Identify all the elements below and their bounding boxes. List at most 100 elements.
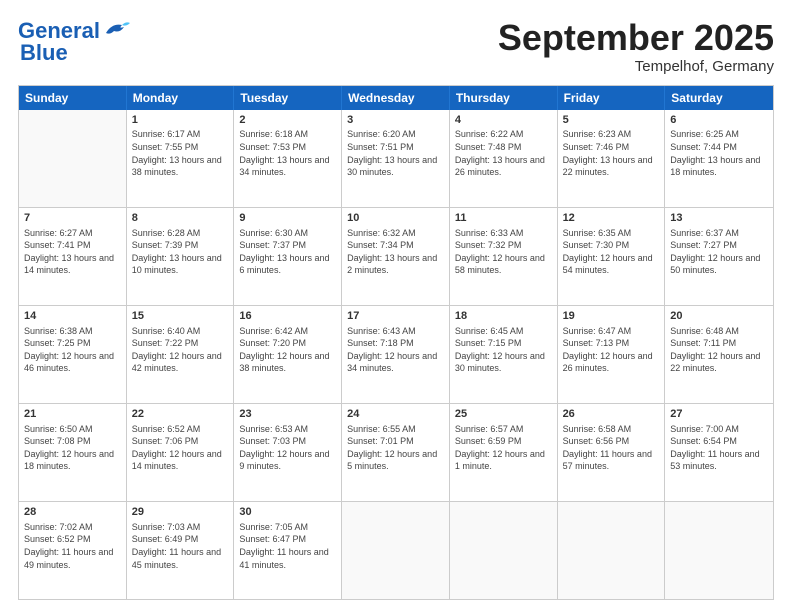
calendar-cell-2-1: 15Sunrise: 6:40 AM Sunset: 7:22 PM Dayli…: [127, 306, 235, 403]
cell-info: Sunrise: 6:30 AM Sunset: 7:37 PM Dayligh…: [239, 227, 336, 277]
day-number: 25: [455, 407, 552, 422]
calendar-cell-2-4: 18Sunrise: 6:45 AM Sunset: 7:15 PM Dayli…: [450, 306, 558, 403]
calendar-cell-4-5: [558, 502, 666, 599]
cell-info: Sunrise: 6:18 AM Sunset: 7:53 PM Dayligh…: [239, 128, 336, 178]
weekday-header-saturday: Saturday: [665, 86, 773, 110]
calendar-row-0: 1Sunrise: 6:17 AM Sunset: 7:55 PM Daylig…: [19, 110, 773, 207]
day-number: 3: [347, 113, 444, 128]
weekday-header-thursday: Thursday: [450, 86, 558, 110]
calendar-cell-0-6: 6Sunrise: 6:25 AM Sunset: 7:44 PM Daylig…: [665, 110, 773, 207]
calendar-cell-2-2: 16Sunrise: 6:42 AM Sunset: 7:20 PM Dayli…: [234, 306, 342, 403]
cell-info: Sunrise: 6:22 AM Sunset: 7:48 PM Dayligh…: [455, 128, 552, 178]
calendar-cell-3-4: 25Sunrise: 6:57 AM Sunset: 6:59 PM Dayli…: [450, 404, 558, 501]
calendar-cell-1-3: 10Sunrise: 6:32 AM Sunset: 7:34 PM Dayli…: [342, 208, 450, 305]
cell-info: Sunrise: 6:50 AM Sunset: 7:08 PM Dayligh…: [24, 423, 121, 473]
day-number: 29: [132, 505, 229, 520]
calendar-cell-3-0: 21Sunrise: 6:50 AM Sunset: 7:08 PM Dayli…: [19, 404, 127, 501]
calendar-cell-3-2: 23Sunrise: 6:53 AM Sunset: 7:03 PM Dayli…: [234, 404, 342, 501]
day-number: 19: [563, 309, 660, 324]
cell-info: Sunrise: 6:57 AM Sunset: 6:59 PM Dayligh…: [455, 423, 552, 473]
weekday-header-wednesday: Wednesday: [342, 86, 450, 110]
cell-info: Sunrise: 6:38 AM Sunset: 7:25 PM Dayligh…: [24, 325, 121, 375]
calendar-cell-4-2: 30Sunrise: 7:05 AM Sunset: 6:47 PM Dayli…: [234, 502, 342, 599]
cell-info: Sunrise: 6:47 AM Sunset: 7:13 PM Dayligh…: [563, 325, 660, 375]
day-number: 16: [239, 309, 336, 324]
day-number: 4: [455, 113, 552, 128]
calendar-cell-2-5: 19Sunrise: 6:47 AM Sunset: 7:13 PM Dayli…: [558, 306, 666, 403]
day-number: 7: [24, 211, 121, 226]
cell-info: Sunrise: 7:00 AM Sunset: 6:54 PM Dayligh…: [670, 423, 768, 473]
logo-bird-icon: [102, 19, 130, 39]
calendar-cell-4-0: 28Sunrise: 7:02 AM Sunset: 6:52 PM Dayli…: [19, 502, 127, 599]
cell-info: Sunrise: 6:23 AM Sunset: 7:46 PM Dayligh…: [563, 128, 660, 178]
calendar-cell-2-0: 14Sunrise: 6:38 AM Sunset: 7:25 PM Dayli…: [19, 306, 127, 403]
cell-info: Sunrise: 7:02 AM Sunset: 6:52 PM Dayligh…: [24, 521, 121, 571]
calendar-cell-0-2: 2Sunrise: 6:18 AM Sunset: 7:53 PM Daylig…: [234, 110, 342, 207]
day-number: 24: [347, 407, 444, 422]
calendar-cell-3-3: 24Sunrise: 6:55 AM Sunset: 7:01 PM Dayli…: [342, 404, 450, 501]
day-number: 1: [132, 113, 229, 128]
calendar-row-3: 21Sunrise: 6:50 AM Sunset: 7:08 PM Dayli…: [19, 403, 773, 501]
day-number: 14: [24, 309, 121, 324]
day-number: 5: [563, 113, 660, 128]
calendar-cell-3-6: 27Sunrise: 7:00 AM Sunset: 6:54 PM Dayli…: [665, 404, 773, 501]
title-block: September 2025 Tempelhof, Germany: [498, 18, 774, 75]
logo-blue-text: Blue: [20, 40, 68, 66]
day-number: 15: [132, 309, 229, 324]
cell-info: Sunrise: 6:17 AM Sunset: 7:55 PM Dayligh…: [132, 128, 229, 178]
weekday-header-friday: Friday: [558, 86, 666, 110]
weekday-header-sunday: Sunday: [19, 86, 127, 110]
cell-info: Sunrise: 7:03 AM Sunset: 6:49 PM Dayligh…: [132, 521, 229, 571]
calendar-cell-2-6: 20Sunrise: 6:48 AM Sunset: 7:11 PM Dayli…: [665, 306, 773, 403]
day-number: 9: [239, 211, 336, 226]
cell-info: Sunrise: 6:33 AM Sunset: 7:32 PM Dayligh…: [455, 227, 552, 277]
cell-info: Sunrise: 6:20 AM Sunset: 7:51 PM Dayligh…: [347, 128, 444, 178]
calendar-cell-1-5: 12Sunrise: 6:35 AM Sunset: 7:30 PM Dayli…: [558, 208, 666, 305]
cell-info: Sunrise: 6:35 AM Sunset: 7:30 PM Dayligh…: [563, 227, 660, 277]
day-number: 6: [670, 113, 768, 128]
day-number: 23: [239, 407, 336, 422]
calendar-cell-3-1: 22Sunrise: 6:52 AM Sunset: 7:06 PM Dayli…: [127, 404, 235, 501]
cell-info: Sunrise: 6:55 AM Sunset: 7:01 PM Dayligh…: [347, 423, 444, 473]
day-number: 13: [670, 211, 768, 226]
day-number: 20: [670, 309, 768, 324]
calendar-cell-4-3: [342, 502, 450, 599]
calendar-cell-4-4: [450, 502, 558, 599]
day-number: 28: [24, 505, 121, 520]
calendar-cell-1-4: 11Sunrise: 6:33 AM Sunset: 7:32 PM Dayli…: [450, 208, 558, 305]
day-number: 11: [455, 211, 552, 226]
calendar-cell-0-4: 4Sunrise: 6:22 AM Sunset: 7:48 PM Daylig…: [450, 110, 558, 207]
weekday-header-tuesday: Tuesday: [234, 86, 342, 110]
calendar-cell-1-6: 13Sunrise: 6:37 AM Sunset: 7:27 PM Dayli…: [665, 208, 773, 305]
calendar-cell-1-2: 9Sunrise: 6:30 AM Sunset: 7:37 PM Daylig…: [234, 208, 342, 305]
calendar-cell-1-0: 7Sunrise: 6:27 AM Sunset: 7:41 PM Daylig…: [19, 208, 127, 305]
day-number: 26: [563, 407, 660, 422]
day-number: 2: [239, 113, 336, 128]
day-number: 30: [239, 505, 336, 520]
calendar-cell-0-3: 3Sunrise: 6:20 AM Sunset: 7:51 PM Daylig…: [342, 110, 450, 207]
calendar-row-4: 28Sunrise: 7:02 AM Sunset: 6:52 PM Dayli…: [19, 501, 773, 599]
cell-info: Sunrise: 6:43 AM Sunset: 7:18 PM Dayligh…: [347, 325, 444, 375]
calendar-cell-0-1: 1Sunrise: 6:17 AM Sunset: 7:55 PM Daylig…: [127, 110, 235, 207]
cell-info: Sunrise: 6:48 AM Sunset: 7:11 PM Dayligh…: [670, 325, 768, 375]
calendar-cell-2-3: 17Sunrise: 6:43 AM Sunset: 7:18 PM Dayli…: [342, 306, 450, 403]
day-number: 22: [132, 407, 229, 422]
day-number: 21: [24, 407, 121, 422]
day-number: 17: [347, 309, 444, 324]
calendar: SundayMondayTuesdayWednesdayThursdayFrid…: [18, 85, 774, 600]
cell-info: Sunrise: 6:28 AM Sunset: 7:39 PM Dayligh…: [132, 227, 229, 277]
calendar-row-2: 14Sunrise: 6:38 AM Sunset: 7:25 PM Dayli…: [19, 305, 773, 403]
cell-info: Sunrise: 6:37 AM Sunset: 7:27 PM Dayligh…: [670, 227, 768, 277]
calendar-cell-4-6: [665, 502, 773, 599]
cell-info: Sunrise: 6:40 AM Sunset: 7:22 PM Dayligh…: [132, 325, 229, 375]
header: General Blue September 2025 Tempelhof, G…: [18, 18, 774, 75]
day-number: 27: [670, 407, 768, 422]
day-number: 18: [455, 309, 552, 324]
calendar-cell-3-5: 26Sunrise: 6:58 AM Sunset: 6:56 PM Dayli…: [558, 404, 666, 501]
day-number: 10: [347, 211, 444, 226]
cell-info: Sunrise: 6:53 AM Sunset: 7:03 PM Dayligh…: [239, 423, 336, 473]
cell-info: Sunrise: 6:58 AM Sunset: 6:56 PM Dayligh…: [563, 423, 660, 473]
calendar-header: SundayMondayTuesdayWednesdayThursdayFrid…: [19, 86, 773, 110]
cell-info: Sunrise: 6:32 AM Sunset: 7:34 PM Dayligh…: [347, 227, 444, 277]
weekday-header-monday: Monday: [127, 86, 235, 110]
